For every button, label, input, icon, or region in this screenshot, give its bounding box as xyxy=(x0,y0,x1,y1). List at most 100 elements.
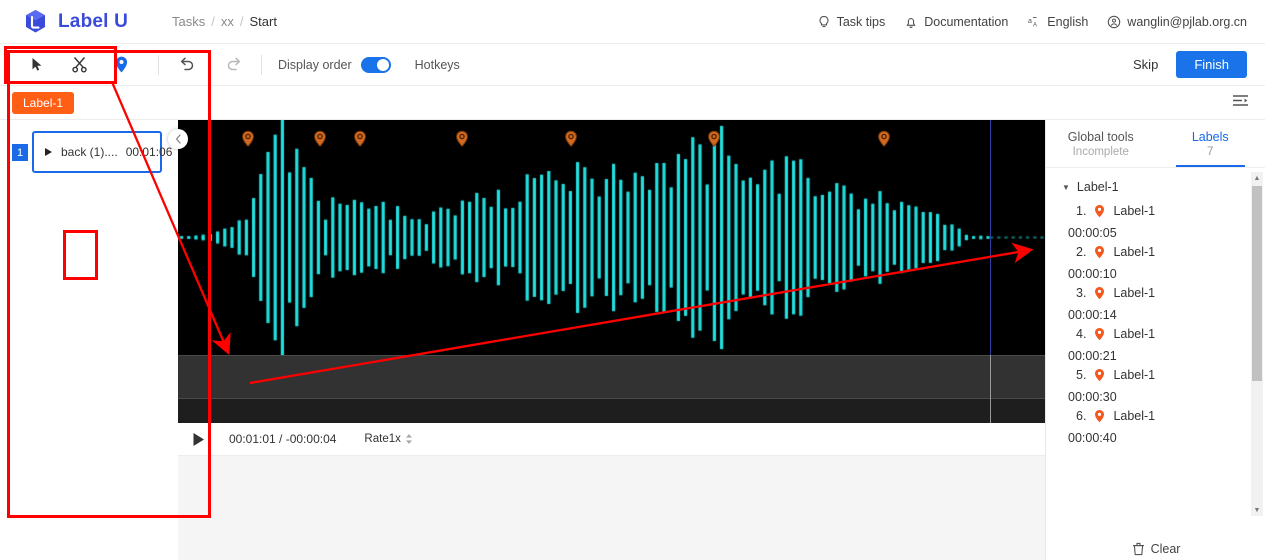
timeline-marker[interactable] xyxy=(564,130,578,148)
toolbar-divider xyxy=(158,54,159,75)
documentation-button[interactable]: Documentation xyxy=(904,15,1008,29)
play-button[interactable] xyxy=(192,432,205,447)
user-circle-icon xyxy=(1107,15,1121,29)
scrollbar-thumb[interactable] xyxy=(1252,186,1262,381)
timeline-marker[interactable] xyxy=(313,130,327,148)
tab-global-tools-label: Global tools xyxy=(1067,129,1134,144)
label-item-index: 2. xyxy=(1076,245,1087,259)
timeline-marker[interactable] xyxy=(877,130,891,148)
label-list-item[interactable]: 4. Label-1 00:00:21 xyxy=(1046,327,1254,363)
label-list-item[interactable]: 2. Label-1 00:00:10 xyxy=(1046,245,1254,281)
language-selector[interactable]: aA English xyxy=(1027,15,1088,29)
label-item-time: 00:00:40 xyxy=(1068,431,1117,445)
redo-icon xyxy=(225,55,244,74)
map-pin-icon xyxy=(1094,204,1105,218)
tab-labels-label: Labels xyxy=(1191,129,1229,144)
playhead-line-timeline xyxy=(990,355,991,423)
panel-scrollbar[interactable]: ▲ ▼ xyxy=(1251,172,1263,516)
breadcrumb-separator: / xyxy=(239,14,244,29)
redo-button[interactable] xyxy=(221,52,247,78)
playhead-line xyxy=(990,120,991,355)
label-item-index: 4. xyxy=(1076,327,1087,341)
playback-rate-value: Rate1x xyxy=(364,433,401,445)
tab-labels[interactable]: Labels 7 xyxy=(1156,120,1265,167)
label-chip-bar: Label-1 xyxy=(0,86,1265,120)
language-label: English xyxy=(1047,14,1089,29)
scroll-down-arrow-icon[interactable]: ▼ xyxy=(1251,504,1263,516)
header-actions: Task tips Documentation aA English wangl… xyxy=(817,15,1247,29)
label-item-index: 6. xyxy=(1076,409,1087,423)
timeline-marker[interactable] xyxy=(707,130,721,148)
bell-icon xyxy=(904,15,918,29)
audio-waveform[interactable] xyxy=(178,120,1045,355)
active-label-chip[interactable]: Label-1 xyxy=(12,91,75,114)
main-empty-area xyxy=(178,456,1045,560)
task-tips-label: Task tips xyxy=(836,14,886,29)
documentation-label: Documentation xyxy=(924,14,1009,29)
label-list-item[interactable]: 6. Label-1 00:00:40 xyxy=(1046,409,1254,445)
label-item-time: 00:00:10 xyxy=(1068,267,1117,281)
label-item-time: 00:00:05 xyxy=(1068,226,1117,240)
clear-label: Clear xyxy=(1150,542,1181,556)
label-list-item[interactable]: 1. Label-1 00:00:05 xyxy=(1046,204,1254,240)
file-duration: 00:01:06 xyxy=(125,145,173,159)
trash-icon xyxy=(1132,542,1145,556)
editor-toolbar: Display order Hotkeys Skip Finish xyxy=(0,44,1265,86)
timeline-marker[interactable] xyxy=(455,130,469,148)
skip-button[interactable]: Skip xyxy=(1133,57,1158,72)
caret-down-icon: ▼ xyxy=(1062,182,1070,192)
task-tips-button[interactable]: Task tips xyxy=(817,14,886,29)
timeline-marker[interactable] xyxy=(353,130,367,148)
brand-name: Label U xyxy=(58,10,129,32)
history-controls xyxy=(173,52,247,78)
label-item-index: 3. xyxy=(1076,286,1087,300)
tab-labels-count: 7 xyxy=(1207,145,1214,158)
file-list-item[interactable]: back (1).... 00:01:06 xyxy=(32,131,172,173)
annotation-box-toolbar xyxy=(4,46,117,84)
timeline-track[interactable] xyxy=(178,355,1045,399)
label-item-name: Label-1 xyxy=(1113,204,1156,218)
finish-button[interactable]: Finish xyxy=(1176,51,1247,78)
breadcrumb-item-tasks[interactable]: Tasks xyxy=(172,14,205,29)
label-list-item[interactable]: 3. Label-1 00:00:14 xyxy=(1046,286,1254,322)
waveform-viewport[interactable] xyxy=(178,120,1045,423)
label-rows: 1. Label-1 00:00:05 2. Label-1 00:00:10 3. Labe… xyxy=(1046,204,1254,445)
scroll-up-arrow-icon[interactable]: ▲ xyxy=(1251,172,1263,184)
hotkeys-button[interactable]: Hotkeys xyxy=(415,58,460,72)
label-item-index: 1. xyxy=(1076,204,1087,218)
label-item-name: Label-1 xyxy=(1113,245,1156,259)
toolbar-divider-2 xyxy=(261,54,262,75)
tab-global-tools[interactable]: Global tools Incomplete xyxy=(1046,120,1156,167)
breadcrumb-item-start: Start xyxy=(249,14,277,29)
label-group-name: Label-1 xyxy=(1076,180,1119,194)
sidebar-collapse-button[interactable] xyxy=(168,129,188,149)
label-list-item[interactable]: 5. Label-1 00:00:30 xyxy=(1046,368,1254,404)
label-settings-button[interactable] xyxy=(1232,94,1249,112)
list-settings-icon xyxy=(1232,94,1249,107)
breadcrumb: Tasks / xx / Start xyxy=(172,14,277,29)
player-controls: 00:01:01 / -00:00:04 Rate1x xyxy=(178,423,1045,456)
undo-button[interactable] xyxy=(173,52,199,78)
label-item-name: Label-1 xyxy=(1113,368,1156,382)
label-group-header[interactable]: ▼ Label-1 xyxy=(1046,176,1254,204)
breadcrumb-item-xx[interactable]: xx xyxy=(221,14,234,29)
timeline-marker[interactable] xyxy=(241,130,255,148)
app-header: Label U Tasks / xx / Start Task tips Doc… xyxy=(0,0,1265,44)
map-pin-icon xyxy=(1094,368,1105,382)
stepper-arrows-icon[interactable] xyxy=(405,433,413,445)
label-item-name: Label-1 xyxy=(1113,327,1156,341)
play-small-icon xyxy=(44,147,53,157)
clear-button[interactable]: Clear xyxy=(1046,542,1265,556)
brand-logo: Label U xyxy=(22,8,128,35)
label-annotation-list[interactable]: ▼ Label-1 1. Label-1 00:00:05 2. Label-1 00:0… xyxy=(1046,168,1254,516)
undo-icon xyxy=(177,55,196,74)
map-pin-icon xyxy=(1094,327,1105,341)
account-email: wanglin@pjlab.org.cn xyxy=(1127,14,1247,29)
svg-text:a: a xyxy=(1028,18,1032,25)
file-sidebar: 1 back (1).... 00:01:06 xyxy=(0,120,178,560)
label-item-name: Label-1 xyxy=(1113,286,1156,300)
display-order-toggle[interactable] xyxy=(360,56,391,73)
account-menu[interactable]: wanglin@pjlab.org.cn xyxy=(1107,15,1247,29)
play-icon xyxy=(192,432,205,447)
playback-rate-stepper[interactable]: Rate1x xyxy=(364,433,412,445)
